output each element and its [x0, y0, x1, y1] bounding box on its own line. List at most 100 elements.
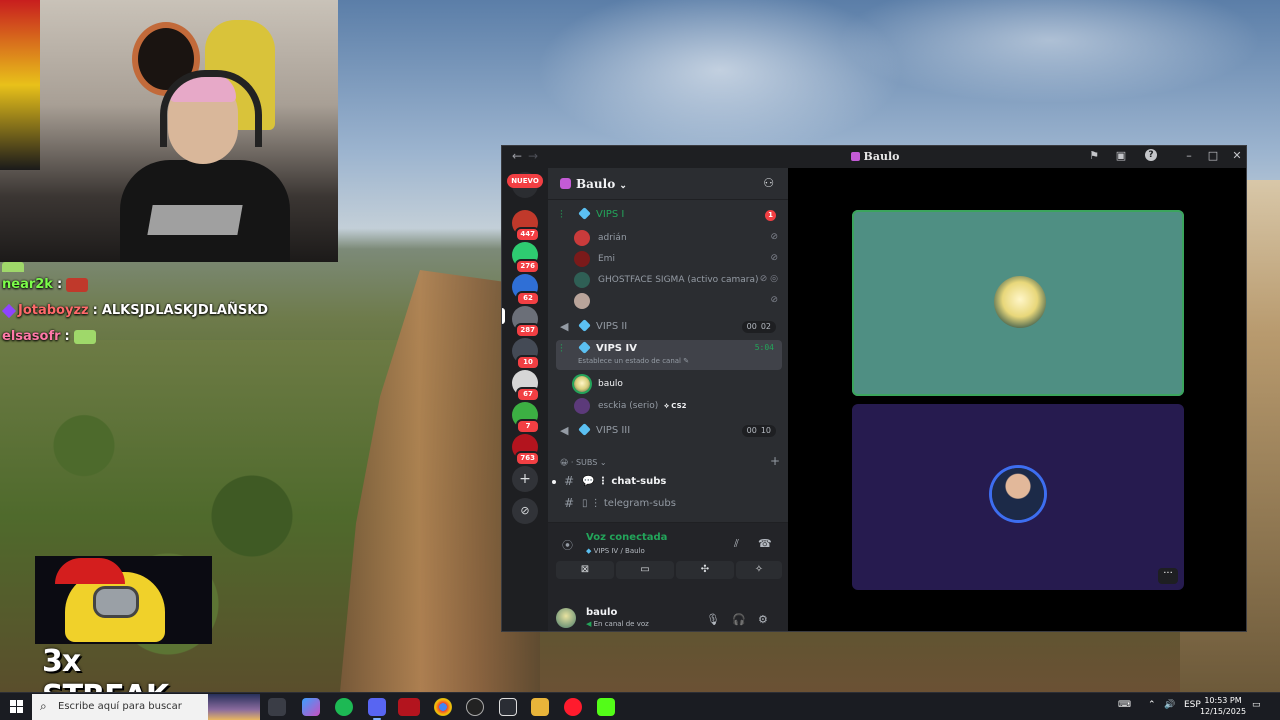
taskbar-search-box[interactable]: ⌕ Escribe aquí para buscar: [32, 694, 260, 720]
file-explorer-icon[interactable]: [531, 698, 549, 716]
windows-taskbar: ⌕ Escribe aquí para buscar ⌨ ⌃ 🔊 ESP 10:…: [0, 692, 1280, 720]
channel-name: telegram-subs: [603, 498, 676, 509]
server-icon[interactable]: 287: [512, 306, 540, 338]
server-icon[interactable]: 7: [512, 402, 540, 434]
text-channel-telegram-subs[interactable]: # ▯ ⋮ telegram-subs: [556, 494, 782, 514]
server-unread-count: 62: [516, 291, 540, 306]
voice-channel-vips4[interactable]: ⫶ VIPS IV 5:04 Establece un estado de ca…: [556, 340, 782, 370]
text-channel-chat-subs[interactable]: # 💬 ⋮ chat-subs: [552, 472, 782, 492]
voice-member[interactable]: esckia (serio) ⟡ CS2: [574, 396, 782, 416]
connection-signal-icon[interactable]: ⦿: [562, 537, 573, 553]
server-unread-count: 287: [515, 323, 540, 338]
santa-hat: [55, 558, 125, 584]
window-title: Baulo: [502, 150, 1246, 163]
member-name: GHOSTFACE SIGMA (activo camara): [598, 275, 759, 285]
call-timer: 5:04: [754, 343, 774, 352]
participant-tile-baulo[interactable]: [852, 210, 1184, 396]
voice-member[interactable]: Emi ⊘: [574, 249, 782, 269]
server-icon[interactable]: 10: [512, 338, 540, 370]
maximize-button[interactable]: □: [1206, 149, 1220, 163]
server-icon[interactable]: 67: [512, 370, 540, 402]
user-limit-counter: 00 10: [741, 425, 776, 437]
deafened-icon: ⊘: [770, 232, 778, 242]
task-view-icon[interactable]: [268, 698, 286, 716]
add-channel-icon[interactable]: +: [770, 454, 780, 468]
server-icon[interactable]: 763: [512, 434, 540, 466]
volume-icon[interactable]: 🔊: [1164, 700, 1175, 710]
game-name: CS2: [671, 402, 687, 410]
microphone-icon[interactable]: 🎙: [706, 613, 720, 626]
camera-toggle-button[interactable]: ⊠: [556, 561, 614, 579]
app-icon[interactable]: [499, 698, 517, 716]
counter-limit: 02: [760, 322, 771, 331]
guild-header[interactable]: Baulo ⌄ ⚇: [548, 168, 788, 200]
chrome-icon[interactable]: [434, 698, 452, 716]
obs-icon[interactable]: [466, 698, 484, 716]
participant-avatar: [994, 276, 1046, 328]
voice-channel-vips2[interactable]: ◀ VIPS II 00 02: [556, 318, 782, 338]
user-panel: baulo ◀ En canal de voz 🎙 🎧 ⚙: [548, 606, 788, 631]
user-status: ◀ En canal de voz: [586, 620, 649, 628]
member-name: adrián: [598, 233, 627, 243]
discord-taskbar-icon[interactable]: [368, 698, 386, 720]
channel-sidebar: Baulo ⌄ ⚇ ⫶ VIPS I 1 adrián ⊘ Emi ⊘ GHOS…: [548, 168, 788, 631]
member-name: Emi: [598, 254, 615, 264]
notifications-icon[interactable]: ▭: [1252, 700, 1261, 710]
add-server-icon[interactable]: +: [512, 466, 538, 492]
guild-name: Baulo ⌄: [576, 177, 627, 191]
voice-channel-vips1[interactable]: ⫶ VIPS I 1: [556, 206, 782, 226]
voice-member[interactable]: adrián ⊘: [574, 228, 782, 248]
tray-chevron-up-icon[interactable]: ⌃: [1148, 700, 1156, 710]
deafened-icon: ⊘: [770, 295, 778, 305]
user-avatar[interactable]: [556, 608, 576, 628]
activities-button[interactable]: ✣: [676, 561, 734, 579]
start-windows-icon[interactable]: [10, 700, 23, 713]
channel-status-prompt[interactable]: Establece un estado de canal ✎: [578, 357, 689, 365]
webcam-flag: [0, 0, 40, 170]
system-clock[interactable]: 10:53 PM 12/15/2025: [1198, 695, 1248, 717]
server-unread-count: 763: [515, 451, 540, 466]
minimize-button[interactable]: –: [1182, 149, 1196, 163]
search-highlight-image: [208, 694, 260, 720]
kick-icon[interactable]: [597, 698, 615, 716]
category-subs[interactable]: 😀 · SUBS ⌄: [560, 458, 607, 467]
spotify-icon[interactable]: [335, 698, 353, 716]
nuevo-badge: NUEVO: [507, 174, 543, 188]
deafened-icon: ⊘: [770, 253, 778, 263]
server-icon[interactable]: 62: [512, 274, 540, 306]
invite-member-icon[interactable]: ⚇: [763, 176, 774, 190]
voice-member[interactable]: GHOSTFACE SIGMA (activo camara) ⊘ ◎: [574, 270, 782, 290]
more-options-button[interactable]: ···: [1158, 568, 1178, 584]
server-icon[interactable]: 276: [512, 242, 540, 274]
participant-tile-esckia[interactable]: ···: [852, 404, 1184, 590]
diamond-icon: [578, 207, 591, 220]
hash-icon: #: [564, 496, 575, 510]
server-unread-count: 7: [516, 419, 540, 434]
discover-icon[interactable]: ⊘: [512, 498, 538, 524]
server-unread-count: 10: [516, 355, 540, 370]
headphones-icon[interactable]: 🎧: [732, 613, 746, 626]
clock-time: 10:53 PM: [1204, 696, 1242, 705]
voice-member[interactable]: baulo: [574, 374, 782, 394]
opera-icon[interactable]: [564, 698, 582, 716]
voice-channel-vips3[interactable]: ◀ VIPS III 00 10: [556, 422, 782, 442]
server-rail: NUEVO 447 276 62 287 10 67 7 763 + ⊘: [502, 168, 548, 631]
channel-label: VIPS II: [596, 321, 628, 332]
screen-share-button[interactable]: ▭: [616, 561, 674, 579]
inbox-flag-icon[interactable]: ⚑: [1087, 149, 1101, 163]
server-icon[interactable]: 447: [512, 210, 540, 242]
noise-suppression-icon[interactable]: ⫽: [734, 537, 739, 551]
app-taskbar-icon[interactable]: [398, 698, 420, 716]
copilot-icon[interactable]: [302, 698, 320, 716]
help-icon[interactable]: ?: [1145, 149, 1157, 161]
voice-connection-panel: ⦿ Voz conectada ◆ VIPS IV / Baulo ⫽ ☎ ⊠ …: [548, 522, 788, 606]
voice-member[interactable]: ⊘: [574, 291, 782, 311]
diamond-icon: [578, 341, 591, 354]
disconnect-icon[interactable]: ☎: [758, 537, 772, 550]
screen-share-icon[interactable]: ▣: [1114, 149, 1128, 163]
soundboard-button[interactable]: ✧: [736, 561, 782, 579]
voice-connected-location[interactable]: ◆ VIPS IV / Baulo: [586, 547, 645, 555]
keyboard-icon[interactable]: ⌨: [1118, 700, 1131, 710]
settings-gear-icon[interactable]: ⚙: [758, 613, 768, 626]
close-button[interactable]: ✕: [1230, 149, 1244, 163]
